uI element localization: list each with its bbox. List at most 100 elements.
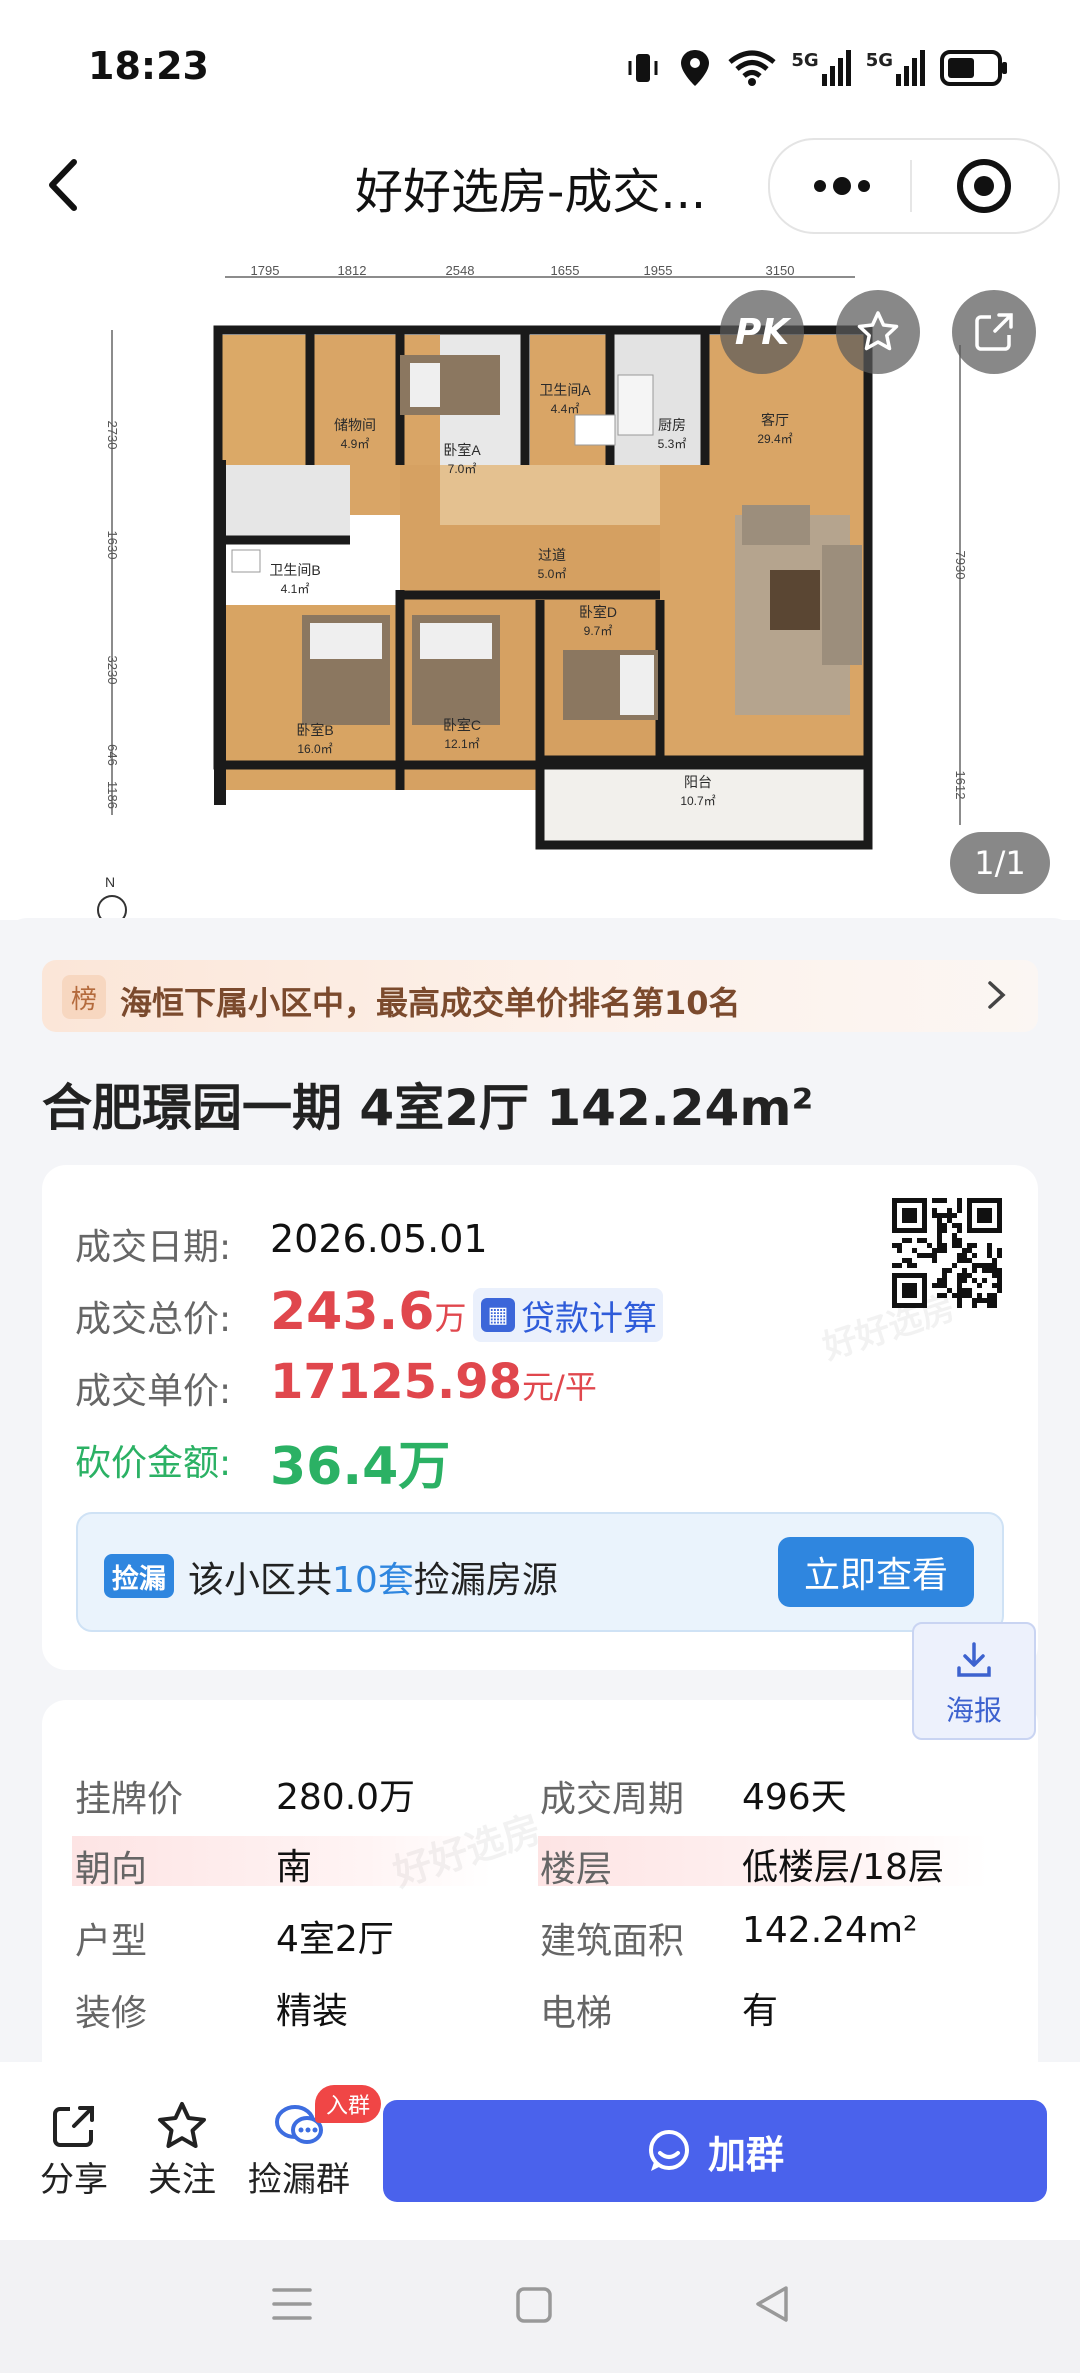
cut-amount-label: 砍价金额: xyxy=(75,1443,232,1484)
detail-key: 朝向 xyxy=(75,1849,148,1890)
room-bedroom-c: 卧室C xyxy=(443,717,481,733)
cut-amount-value: 36.4万 xyxy=(270,1437,451,1497)
deal-unit-value: 17125.98元/平 xyxy=(270,1354,597,1410)
leak-text: 该小区共10套捡漏房源 xyxy=(188,1551,558,1603)
deal-total-number: 243.6 xyxy=(270,1282,435,1342)
dim-left-4: 646 xyxy=(105,744,120,766)
back-triangle-icon[interactable] xyxy=(752,2284,792,2324)
deal-unit-unit: 元/平 xyxy=(522,1368,597,1406)
deal-total-label: 成交总价: xyxy=(75,1299,232,1340)
image-counter: 1/1 xyxy=(950,832,1050,894)
detail-value: 496天 xyxy=(742,1777,847,1818)
dim-left-3: 3230 xyxy=(105,656,120,685)
favorite-button[interactable] xyxy=(836,290,920,374)
detail-value: 142.24m² xyxy=(742,1910,918,1951)
dim-top-1: 1795 xyxy=(251,265,280,278)
home-square-icon[interactable] xyxy=(515,2286,553,2324)
rank-text: 海恒下属小区中，最高成交单价排名第10名 xyxy=(120,984,741,1022)
detail-value: 南 xyxy=(276,1847,313,1888)
share-image-button[interactable] xyxy=(952,290,1036,374)
leak-text-prefix: 该小区共 xyxy=(188,1560,333,1601)
leak-count: 10套 xyxy=(332,1560,414,1601)
room-balcony-area: 10.7㎡ xyxy=(680,794,715,808)
dim-left-2: 1630 xyxy=(105,531,120,560)
detail-value: 280.0万 xyxy=(276,1777,416,1818)
listing-title: 合肥璟园一期 4室2厅 142.24m² xyxy=(42,1079,814,1137)
detail-value: 精装 xyxy=(276,1991,349,2032)
star-icon xyxy=(857,311,899,351)
dim-top-6: 3150 xyxy=(766,265,795,278)
loan-calculator-button[interactable]: ▦ 贷款计算 xyxy=(473,1288,663,1342)
detail-value: 低楼层/18层 xyxy=(742,1847,944,1888)
loan-calculator-label: 贷款计算 xyxy=(521,1298,657,1339)
detail-key: 户型 xyxy=(75,1921,148,1962)
dim-right-2: 1612 xyxy=(953,771,968,800)
chat-bubble-icon xyxy=(648,2130,689,2171)
detail-key: 楼层 xyxy=(540,1849,613,1890)
room-bedroom-b: 卧室B xyxy=(296,722,333,738)
room-bath-b: 卫生间B xyxy=(269,562,320,578)
room-bath-b-area: 4.1㎡ xyxy=(281,582,310,596)
close-miniapp-icon[interactable] xyxy=(954,156,1014,216)
share-out-icon xyxy=(975,313,1013,351)
star-outline-icon xyxy=(158,2102,206,2148)
share-button[interactable]: 分享 xyxy=(40,2100,108,2201)
status-time: 18:23 xyxy=(88,44,209,88)
deal-date-label: 成交日期: xyxy=(75,1227,232,1268)
leak-text-suffix: 捡漏房源 xyxy=(413,1560,558,1601)
dim-right-1: 7930 xyxy=(953,551,968,580)
room-bedroom-c-area: 12.1㎡ xyxy=(444,737,479,751)
detail-key: 成交周期 xyxy=(540,1779,685,1820)
follow-label: 关注 xyxy=(148,2160,216,2200)
room-storage: 储物间 xyxy=(334,417,376,433)
back-arrow-icon[interactable] xyxy=(40,150,84,220)
detail-key: 装修 xyxy=(75,1993,148,2034)
room-hallway-area: 5.0㎡ xyxy=(538,567,567,581)
room-bedroom-d: 卧室D xyxy=(579,604,617,620)
detail-value: 有 xyxy=(742,1991,779,2032)
view-now-button[interactable]: 立即查看 xyxy=(778,1537,974,1607)
join-group-label: 加群 xyxy=(707,2132,784,2177)
room-kitchen-area: 5.3㎡ xyxy=(658,437,687,451)
capsule-divider xyxy=(910,160,912,212)
floorplan-image[interactable]: 1795 1812 2548 1655 1955 3150 2730 1630 … xyxy=(0,265,1080,920)
download-icon xyxy=(957,1642,991,1677)
page-title: 好好选房-成交... xyxy=(355,164,707,220)
pk-compare-button[interactable]: PK xyxy=(720,290,804,374)
compass-north: N xyxy=(105,874,115,890)
more-dots-icon[interactable] xyxy=(810,168,874,204)
join-group-badge: 入群 xyxy=(315,2085,381,2123)
deal-date-value: 2026.05.01 xyxy=(270,1217,488,1261)
share-label: 分享 xyxy=(40,2160,108,2200)
menu-icon[interactable] xyxy=(270,2284,314,2324)
poster-label: 海报 xyxy=(945,1694,1002,1727)
battery-icon xyxy=(940,50,1007,86)
detail-key: 建筑面积 xyxy=(540,1921,685,1962)
signal-bars-icon xyxy=(896,50,925,86)
signal-5g-1: 5G xyxy=(791,50,851,86)
detail-value: 4室2厅 xyxy=(276,1919,394,1960)
signal-bars-icon xyxy=(821,50,851,86)
detail-key: 挂牌价 xyxy=(75,1779,184,1820)
calculator-icon: ▦ xyxy=(481,1298,515,1332)
deal-unit-number: 17125.98 xyxy=(270,1354,523,1410)
leak-tag: 捡漏 xyxy=(104,1554,174,1598)
share-icon xyxy=(53,2106,94,2147)
status-icons: 5G 5G xyxy=(623,48,1010,88)
room-living: 客厅 xyxy=(761,412,789,428)
floorplan-drawing: 1795 1812 2548 1655 1955 3150 2730 1630 … xyxy=(97,265,968,920)
pk-label: PK xyxy=(734,311,790,353)
deal-total-value: 243.6万 xyxy=(270,1282,467,1342)
chevron-right-icon[interactable] xyxy=(985,975,1009,1024)
room-bedroom-a-area: 7.0㎡ xyxy=(448,462,477,476)
vibrate-icon xyxy=(628,54,658,82)
location-icon xyxy=(681,50,710,86)
deal-unit-label: 成交单价: xyxy=(75,1371,232,1412)
join-group-button[interactable]: 加群 xyxy=(383,2100,1047,2202)
rank-badge: 榜 xyxy=(62,975,106,1019)
dim-left-1: 2730 xyxy=(105,421,120,450)
poster-button[interactable]: 海报 xyxy=(912,1622,1036,1740)
follow-button[interactable]: 关注 xyxy=(148,2100,216,2201)
room-hallway: 过道 xyxy=(538,547,566,563)
room-kitchen: 厨房 xyxy=(658,417,686,433)
